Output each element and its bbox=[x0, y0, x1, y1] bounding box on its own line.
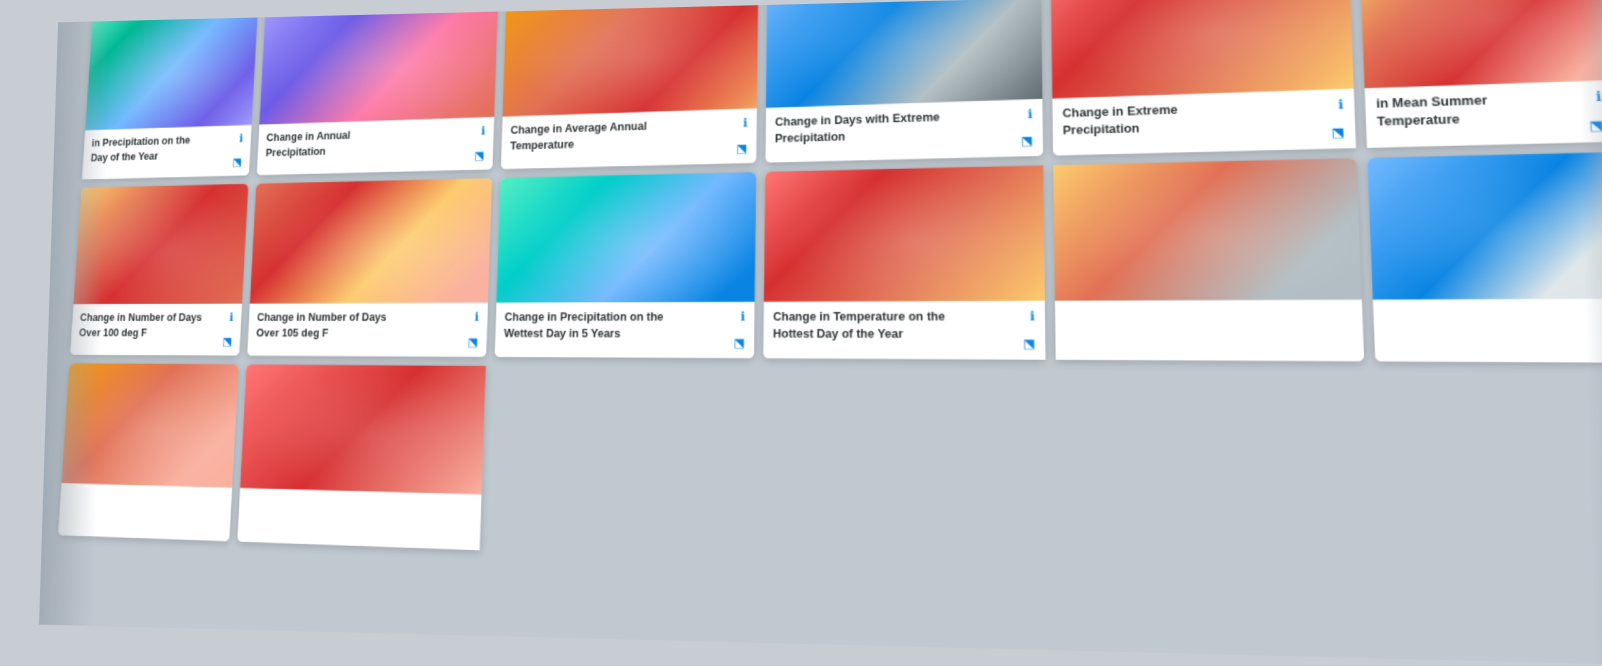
card-title-hottest-day: Change in Temperature on theHottest Day … bbox=[773, 309, 945, 343]
map-mean-summer-temp bbox=[1359, 0, 1602, 88]
card-days-extreme-precip: Change in Days with ExtremePrecipitation… bbox=[765, 0, 1043, 163]
share-icon-5[interactable]: ⬔ bbox=[1331, 125, 1345, 141]
share-icon-10[interactable]: ⬔ bbox=[1023, 336, 1036, 352]
info-icon-8[interactable]: ℹ bbox=[474, 310, 479, 324]
card-wettest-day: Change in Precipitation on theWettest Da… bbox=[495, 172, 756, 358]
card-label-row3-2 bbox=[1373, 299, 1602, 363]
map-hottest-day bbox=[764, 165, 1045, 301]
info-icon-6[interactable]: ℹ bbox=[1595, 89, 1602, 106]
card-title-wettest-day: Change in Precipitation on theWettest Da… bbox=[504, 310, 664, 342]
card-label-row3-1 bbox=[1055, 300, 1364, 362]
info-icon-3[interactable]: ℹ bbox=[743, 116, 748, 131]
card-label-days-extreme-precip: Change in Days with ExtremePrecipitation… bbox=[765, 99, 1043, 163]
card-label-extreme-precip: Change in ExtremePrecipitation ℹ ⬔ bbox=[1052, 89, 1356, 156]
card-row3-4 bbox=[237, 364, 486, 550]
card-mean-summer-temp: in Mean SummerTemperature ℹ ⬔ bbox=[1359, 0, 1602, 148]
map-row3-4 bbox=[240, 364, 486, 494]
info-icon-9[interactable]: ℹ bbox=[741, 309, 746, 324]
card-label-hottest-day: Change in Temperature on theHottest Day … bbox=[763, 301, 1045, 360]
card-label-precip-day: in Precipitation on theDay of the Year ℹ… bbox=[82, 125, 252, 180]
share-icon-1[interactable]: ⬔ bbox=[232, 155, 242, 169]
main-container: in Precipitation on theDay of the Year ℹ… bbox=[39, 0, 1602, 666]
share-icon-4[interactable]: ⬔ bbox=[1021, 133, 1033, 149]
map-precip-day bbox=[85, 9, 258, 131]
card-extreme-precip: Change in ExtremePrecipitation ℹ ⬔ bbox=[1051, 0, 1356, 156]
card-title-mean-summer-temp: in Mean SummerTemperature bbox=[1376, 92, 1489, 130]
card-label-wettest-day: Change in Precipitation on theWettest Da… bbox=[495, 302, 755, 358]
map-row3-3 bbox=[61, 363, 238, 487]
card-label-row3-4 bbox=[237, 488, 481, 550]
card-title-annual-precip: Change in AnnualPrecipitation bbox=[265, 128, 350, 160]
share-icon-6[interactable]: ⬔ bbox=[1589, 117, 1602, 134]
map-days-extreme-precip bbox=[766, 0, 1042, 108]
card-hottest-day: Change in Temperature on theHottest Day … bbox=[763, 165, 1045, 359]
card-label-mean-summer-temp: in Mean SummerTemperature ℹ ⬔ bbox=[1365, 80, 1602, 148]
card-title-days-100: Change in Number of DaysOver 100 deg F bbox=[79, 311, 203, 341]
card-label-days-100: Change in Number of DaysOver 100 deg F ℹ… bbox=[70, 304, 242, 356]
map-avg-annual-temp bbox=[503, 0, 759, 117]
card-label-avg-annual-temp: Change in Average AnnualTemperature ℹ ⬔ bbox=[501, 108, 757, 169]
info-icon-7[interactable]: ℹ bbox=[229, 311, 234, 325]
map-days-105 bbox=[250, 178, 492, 303]
card-precip-day: in Precipitation on theDay of the Year ℹ… bbox=[82, 9, 258, 180]
map-row3-2 bbox=[1367, 152, 1602, 300]
info-icon-10[interactable]: ℹ bbox=[1030, 309, 1035, 325]
map-wettest-day bbox=[496, 172, 756, 303]
card-label-row3-3 bbox=[58, 483, 232, 541]
card-annual-precip: Change in AnnualPrecipitation ℹ ⬔ bbox=[257, 0, 499, 175]
card-label-annual-precip: Change in AnnualPrecipitation ℹ ⬔ bbox=[257, 117, 494, 175]
card-title-days-extreme-precip: Change in Days with ExtremePrecipitation bbox=[775, 110, 940, 147]
card-grid-container: in Precipitation on theDay of the Year ℹ… bbox=[41, 0, 1602, 666]
card-days-105: Change in Number of DaysOver 105 deg F ℹ… bbox=[247, 178, 492, 357]
card-row3-1 bbox=[1053, 158, 1364, 361]
share-icon-9[interactable]: ⬔ bbox=[733, 336, 745, 351]
card-row3-3 bbox=[58, 363, 239, 541]
info-icon-5[interactable]: ℹ bbox=[1338, 97, 1344, 113]
share-icon-7[interactable]: ⬔ bbox=[222, 335, 232, 349]
card-avg-annual-temp: Change in Average AnnualTemperature ℹ ⬔ bbox=[501, 0, 758, 169]
card-title-days-105: Change in Number of DaysOver 105 deg F bbox=[256, 310, 387, 341]
share-icon-3[interactable]: ⬔ bbox=[736, 141, 747, 156]
card-days-100: Change in Number of DaysOver 100 deg F ℹ… bbox=[70, 184, 248, 356]
card-title-avg-annual-temp: Change in Average AnnualTemperature bbox=[510, 119, 647, 154]
card-label-days-105: Change in Number of DaysOver 105 deg F ℹ… bbox=[247, 303, 488, 357]
map-extreme-precip bbox=[1051, 0, 1354, 99]
card-grid: in Precipitation on theDay of the Year ℹ… bbox=[41, 0, 1602, 666]
info-icon-1[interactable]: ℹ bbox=[239, 132, 244, 146]
card-title-extreme-precip: Change in ExtremePrecipitation bbox=[1062, 102, 1178, 139]
share-icon-8[interactable]: ⬔ bbox=[467, 335, 478, 349]
card-title-precip-day: in Precipitation on theDay of the Year bbox=[90, 134, 190, 166]
info-icon-4[interactable]: ℹ bbox=[1028, 107, 1033, 122]
map-row3-1 bbox=[1053, 158, 1362, 301]
info-icon-2[interactable]: ℹ bbox=[481, 124, 486, 138]
map-days-100 bbox=[74, 184, 249, 304]
card-row3-2 bbox=[1367, 152, 1602, 363]
map-annual-precip bbox=[259, 0, 498, 125]
share-icon-2[interactable]: ⬔ bbox=[474, 149, 485, 163]
